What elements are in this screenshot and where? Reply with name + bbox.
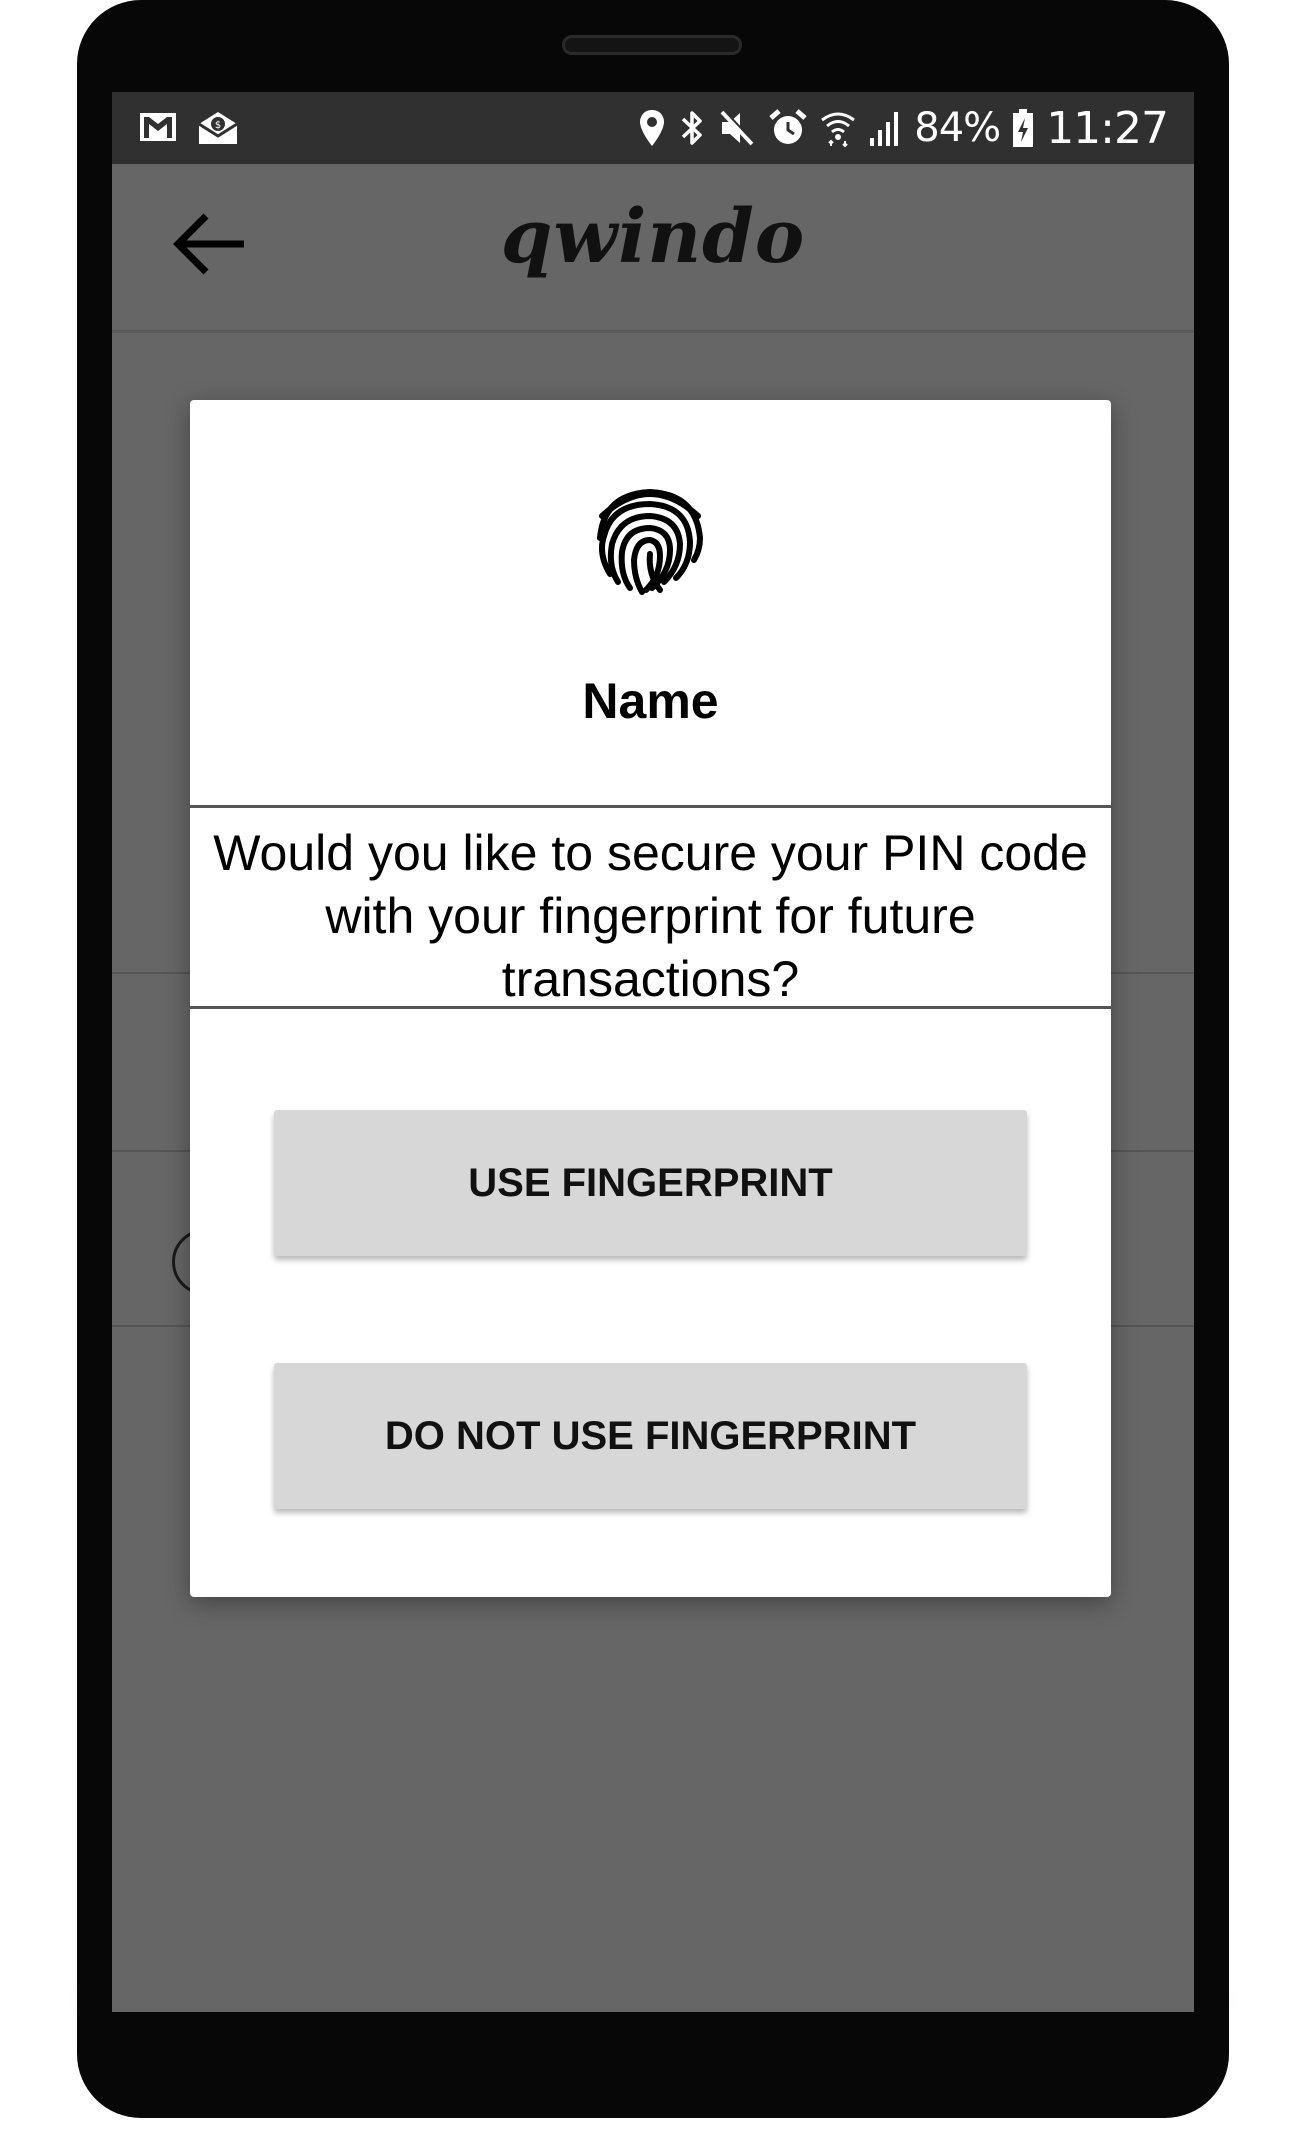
battery-percent: 84% [914,105,1001,151]
status-right-icons: 84% 11:27 [638,102,1169,154]
dialog-divider-bottom [190,1006,1111,1009]
mute-icon [720,109,756,146]
dialog-title: Name [582,673,719,729]
fingerprint-icon [597,488,704,595]
phone-speaker [562,35,742,55]
app-bar: qwindo [112,164,1194,333]
signal-icon [870,112,899,146]
alarm-icon [769,109,807,144]
wifi-icon [821,112,856,148]
fingerprint-dialog: Name Would you like to secure your PIN c… [190,400,1111,1597]
svg-text:$: $ [215,120,221,131]
status-bar: $ 84% 11:27 [112,92,1194,164]
brand-logo: qwindo [500,194,806,280]
location-icon [640,110,665,146]
status-left-icons: $ [138,110,240,146]
battery-charging-icon [1013,109,1034,147]
do-not-use-fingerprint-button[interactable]: DO NOT USE FINGERPRINT [274,1363,1027,1509]
mail-notification-icon: $ [198,112,238,144]
clock: 11:27 [1046,102,1169,154]
gmail-icon [140,113,176,141]
bluetooth-icon [682,111,703,145]
use-fingerprint-button[interactable]: USE FINGERPRINT [274,1110,1027,1256]
phone-frame: $ 84% 11:27 qwindo Name Would you like t… [77,0,1229,2118]
dialog-divider-top [190,805,1111,808]
dialog-message: Would you like to secure your PIN code w… [213,825,1088,1007]
stage: $ 84% 11:27 qwindo Name Would you like t… [0,0,1305,2130]
